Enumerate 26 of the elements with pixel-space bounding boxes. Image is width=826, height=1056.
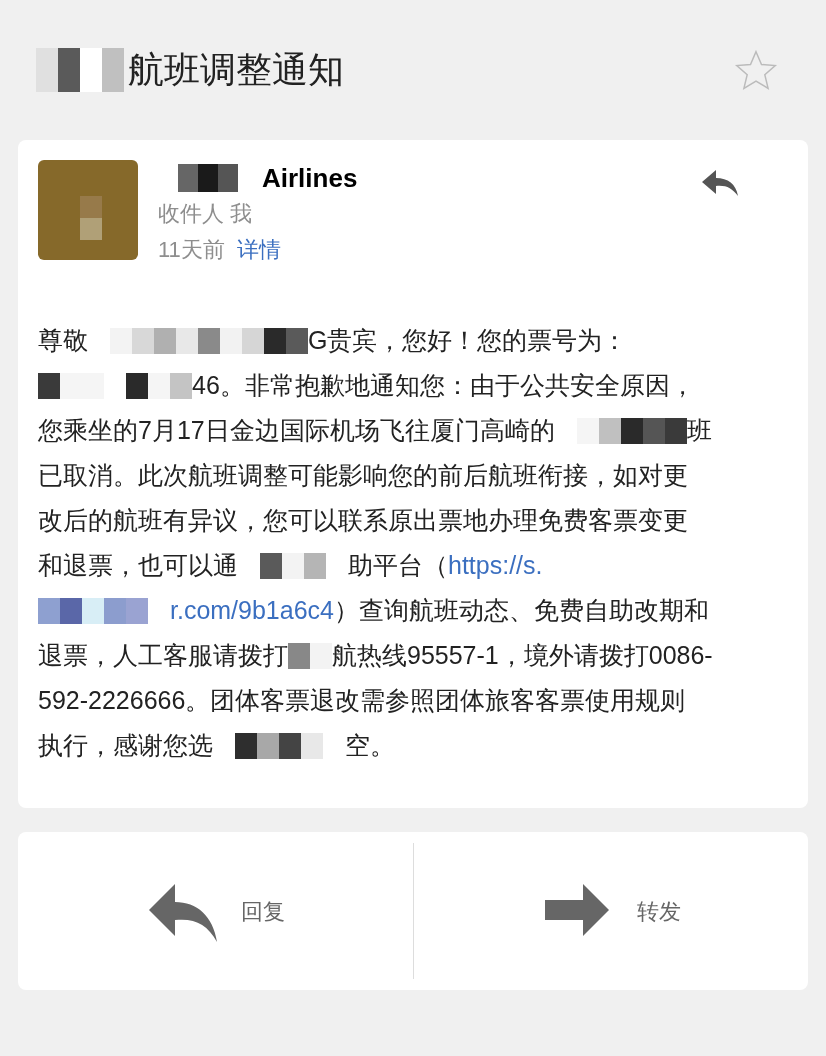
url-link[interactable]: r.com/9b1a6c4 [170, 591, 334, 630]
body-text: 执行，感谢您选 [38, 729, 213, 761]
body-text: 退票，人工客服请拨打 [38, 639, 288, 671]
email-subject: 航班调整通知 [128, 48, 344, 92]
body-text: 改后的航班有异议，您可以联系原出票地办理免费客票变更 [38, 504, 688, 536]
body-text: 592-2226666。团体客票退改需参照团体旅客客票使用规则 [38, 684, 686, 716]
body-text: 助平台（ [348, 549, 448, 581]
body-text: 空。 [345, 729, 395, 761]
body-text: 班 [686, 414, 712, 446]
forward-button[interactable]: 转发 [413, 861, 808, 961]
sender-name: Airlines [262, 161, 358, 195]
body-text: 航热线95557-1，境外请拨打0086- [332, 639, 713, 671]
body-text: 尊敬 [38, 324, 88, 356]
body-text: 46。非常抱歉地通知您：由于公共安全原因， [192, 369, 695, 401]
url-link[interactable]: https://s. [448, 546, 543, 585]
recipient-text: 收件人 我 [158, 200, 254, 228]
star-icon[interactable] [734, 48, 778, 92]
body-text: 已取消。此次航班调整可能影响您的前后航班衔接，如对更 [38, 459, 688, 491]
reply-button[interactable]: 回复 [18, 861, 413, 961]
redaction-mosaic [288, 642, 332, 669]
body-text: 您乘坐的7月17日金边国际机场飞往厦门高崎的 [38, 414, 555, 446]
body-text: ）查询航班动态、免费自助改期和 [334, 594, 709, 626]
body-text: G贵宾，您好！您的票号为： [308, 324, 628, 356]
details-link[interactable]: 详情 [236, 232, 281, 268]
timestamp: 11天前 [158, 236, 225, 264]
body-text: 和退票，也可以通 [38, 549, 238, 581]
